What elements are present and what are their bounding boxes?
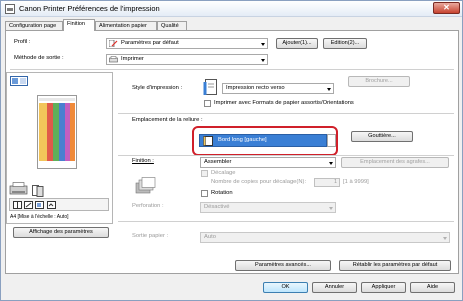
preview-panel: A4 [Mise à l'échelle : Auto] xyxy=(6,72,113,224)
profile-icon xyxy=(109,40,118,47)
separator xyxy=(118,155,454,156)
finishing-select[interactable]: Assembler xyxy=(200,157,336,168)
restore-defaults-button[interactable]: Rétablir les paramètres par défaut xyxy=(339,260,451,271)
output-paper-select[interactable]: Auto xyxy=(200,232,450,243)
brochure-button[interactable]: Brochure... xyxy=(348,76,410,87)
page-preview-icon[interactable] xyxy=(10,76,28,86)
close-button[interactable]: ✕ xyxy=(433,2,460,14)
binding-value: Bord long [gauche] xyxy=(218,137,267,143)
offset-copies-label: Nombre de copies pour décalage(N): xyxy=(211,179,307,185)
mixed-formats-checkbox[interactable] xyxy=(204,100,211,107)
tab-alimentation-papier[interactable]: Alimentation papier xyxy=(95,21,157,30)
staple-location-button[interactable]: Emplacement des agrafes... xyxy=(341,157,449,168)
duplex-document-icon xyxy=(203,79,217,95)
gutter-button[interactable]: Gouttière... xyxy=(351,131,413,142)
help-button[interactable]: Aide xyxy=(410,282,455,293)
add-profile-button[interactable]: Ajouter(1)... xyxy=(276,38,318,49)
edit-profile-button[interactable]: Edition(2)... xyxy=(323,38,367,49)
chevron-down-icon xyxy=(261,43,265,46)
output-method-value: Imprimer xyxy=(121,56,144,62)
profile-value: Paramètres par défaut xyxy=(121,40,179,46)
output-paper-value: Auto xyxy=(204,234,216,240)
offset-range-label: [1 à 9999] xyxy=(343,179,369,185)
print-style-select[interactable]: Impression recto verso xyxy=(222,83,334,94)
duplex-icon[interactable] xyxy=(24,201,33,209)
layout-icon[interactable] xyxy=(13,201,22,209)
printer-small-icon xyxy=(109,56,118,63)
tab-configuration-page[interactable]: Configuration page xyxy=(5,21,63,30)
print-style-value: Impression recto verso xyxy=(226,85,285,91)
title-bar[interactable]: Canon Printer Préférences de l'impressio… xyxy=(1,1,462,17)
finishing-value: Assembler xyxy=(204,159,232,165)
output-paper-label: Sortie papier : xyxy=(132,233,169,239)
output-method-select[interactable]: Imprimer xyxy=(106,54,268,65)
rotation-label: Rotation xyxy=(211,190,233,196)
booklet-icon xyxy=(32,185,44,197)
perforation-value: Désactivé xyxy=(204,204,230,210)
rotation-checkbox[interactable] xyxy=(201,190,208,197)
tab-finition[interactable]: Finition xyxy=(63,19,95,31)
chevron-down-icon xyxy=(327,88,331,91)
offset-label: Décalage xyxy=(211,170,236,176)
chevron-down-icon xyxy=(329,162,333,165)
preview-caption: A4 [Mise à l'échelle : Auto] xyxy=(10,214,69,220)
perforation-select[interactable]: Désactivé xyxy=(200,202,336,213)
view-toggle-bar xyxy=(9,198,109,211)
offset-copies-spinner[interactable]: 1 xyxy=(314,178,340,187)
advanced-settings-button[interactable]: Paramètres avancés... xyxy=(235,260,331,271)
tab-qualite[interactable]: Qualité xyxy=(157,21,187,30)
offset-checkbox[interactable] xyxy=(201,170,208,177)
document-preview-icon xyxy=(37,95,77,169)
finishing-label: Finition : xyxy=(132,158,154,164)
printer-icon xyxy=(5,4,15,14)
chevron-down-icon xyxy=(261,59,265,62)
staple-icon[interactable] xyxy=(35,201,44,209)
separator xyxy=(118,113,454,114)
binding-dropdown-button[interactable] xyxy=(327,134,336,147)
binding-edge-icon xyxy=(203,136,213,146)
window-title: Canon Printer Préférences de l'impressio… xyxy=(19,4,160,13)
cancel-button[interactable]: Annuler xyxy=(312,282,357,293)
show-settings-button[interactable]: Affichage des paramètres xyxy=(13,227,109,238)
binding-select[interactable]: Bord long [gauche] xyxy=(199,134,334,147)
print-style-label: Style d'impression : xyxy=(132,85,183,91)
stack-pages-icon xyxy=(135,177,156,194)
mixed-formats-label: Imprimer avec Formats de papier assortis… xyxy=(214,100,354,106)
binding-label: Emplacement de la reliure : xyxy=(132,117,203,123)
chevron-down-icon xyxy=(443,237,447,240)
tab-panel-finition: Profil : Paramètres par défaut Ajouter(1… xyxy=(5,30,459,274)
printer-device-icon xyxy=(9,182,28,195)
dialog-window: Canon Printer Préférences de l'impressio… xyxy=(0,0,463,301)
output-method-label: Méthode de sortie : xyxy=(14,55,64,61)
settings-view-icon[interactable] xyxy=(47,201,56,209)
profile-select[interactable]: Paramètres par défaut xyxy=(106,38,268,49)
perforation-label: Perforation : xyxy=(132,203,164,209)
apply-button[interactable]: Appliquer xyxy=(361,282,406,293)
separator xyxy=(118,221,454,222)
separator xyxy=(10,69,454,70)
profile-label: Profil : xyxy=(14,39,31,45)
offset-copies-value: 1 xyxy=(333,179,337,185)
chevron-down-icon xyxy=(329,207,333,210)
ok-button[interactable]: OK xyxy=(263,282,308,293)
